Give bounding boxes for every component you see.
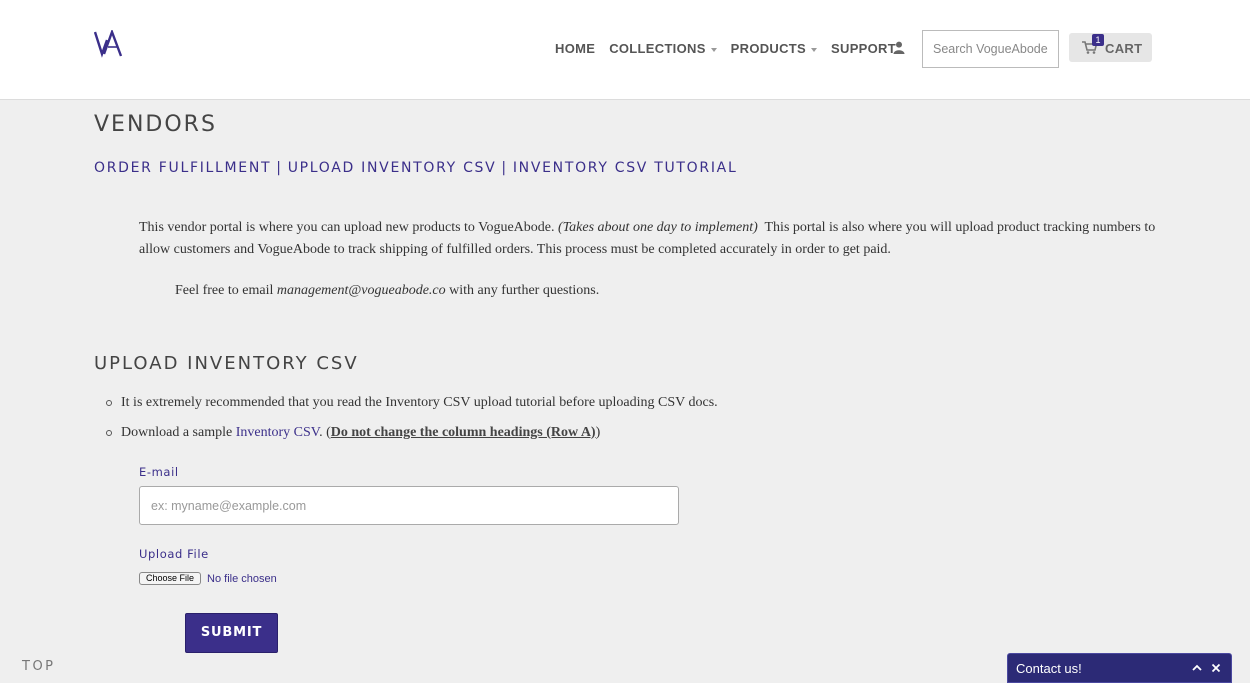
nav-products-label: PRODUCTS bbox=[730, 41, 807, 56]
user-icon[interactable] bbox=[893, 41, 905, 54]
nav-collections[interactable]: COLLECTIONS bbox=[609, 41, 717, 56]
main-nav: HOME COLLECTIONS PRODUCTS SUPPORT bbox=[555, 41, 910, 56]
subnav-upload-inventory-csv[interactable]: UPLOAD INVENTORY CSV bbox=[288, 160, 497, 176]
list-item: It is extremely recommended that you rea… bbox=[106, 393, 718, 423]
instruction-mid: . ( bbox=[319, 425, 331, 440]
nav-home-label: HOME bbox=[555, 41, 596, 56]
nav-collections-label: COLLECTIONS bbox=[609, 41, 706, 56]
va-logo-icon[interactable] bbox=[94, 30, 124, 58]
list-item: Download a sample Inventory CSV. (Do not… bbox=[106, 423, 718, 453]
subnav-separator: | bbox=[276, 160, 283, 176]
intro-italic-note: (Takes about one day to implement) bbox=[558, 220, 758, 235]
nav-home[interactable]: HOME bbox=[555, 41, 595, 56]
search-input[interactable] bbox=[922, 30, 1059, 68]
vendor-subnav: ORDER FULFILLMENT | UPLOAD INVENTORY CSV | I… bbox=[94, 160, 737, 176]
instruction-tutorial: It is extremely recommended that you rea… bbox=[121, 395, 718, 410]
file-status-text: No file chosen bbox=[207, 572, 277, 585]
upload-section-title: UPLOAD INVENTORY CSV bbox=[94, 353, 359, 374]
close-icon[interactable] bbox=[1210, 662, 1222, 674]
upload-file-label: Upload File bbox=[139, 547, 209, 561]
instruction-end: ) bbox=[595, 425, 601, 440]
nav-products[interactable]: PRODUCTS bbox=[730, 41, 818, 56]
contact-widget-label: Contact us! bbox=[1016, 661, 1082, 676]
subnav-inventory-csv-tutorial[interactable]: INVENTORY CSV TUTORIAL bbox=[513, 160, 738, 176]
site-header: HOME COLLECTIONS PRODUCTS SUPPORT 1 CART bbox=[0, 0, 1250, 100]
contact-line: Feel free to email management@vogueabode… bbox=[175, 283, 599, 299]
contact-suffix: with any further questions. bbox=[449, 283, 600, 298]
contact-widget[interactable]: Contact us! bbox=[1007, 653, 1232, 683]
cart-button[interactable]: 1 CART bbox=[1069, 33, 1152, 62]
intro-text-1: This vendor portal is where you can uplo… bbox=[139, 220, 555, 235]
nav-support-label: SUPPORT bbox=[831, 41, 896, 56]
upload-instructions: It is extremely recommended that you rea… bbox=[106, 393, 718, 453]
caret-down-icon bbox=[811, 47, 818, 52]
file-picker: Choose File No file chosen bbox=[139, 572, 277, 585]
page-title: VENDORS bbox=[94, 112, 217, 137]
instruction-download-prefix: Download a sample bbox=[121, 425, 233, 440]
intro-paragraph: This vendor portal is where you can uplo… bbox=[139, 217, 1159, 261]
chevron-up-icon[interactable] bbox=[1191, 662, 1203, 674]
inventory-csv-link[interactable]: Inventory CSV bbox=[236, 425, 319, 440]
caret-down-icon bbox=[710, 47, 717, 52]
submit-button[interactable]: SUBMIT bbox=[185, 613, 278, 653]
subnav-order-fulfillment[interactable]: ORDER FULFILLMENT bbox=[94, 160, 271, 176]
back-to-top-link[interactable]: TOP bbox=[22, 659, 56, 674]
email-label: E-mail bbox=[139, 465, 179, 479]
email-field[interactable] bbox=[139, 486, 679, 525]
nav-support[interactable]: SUPPORT bbox=[831, 41, 896, 56]
cart-count-badge: 1 bbox=[1092, 34, 1104, 46]
column-heading-warning: Do not change the column headings (Row A… bbox=[330, 425, 596, 440]
contact-prefix: Feel free to email bbox=[175, 283, 274, 298]
contact-email: management@vogueabode.co bbox=[276, 283, 446, 298]
subnav-separator: | bbox=[501, 160, 508, 176]
choose-file-button[interactable]: Choose File bbox=[139, 572, 202, 585]
cart-label: CART bbox=[1105, 41, 1143, 56]
